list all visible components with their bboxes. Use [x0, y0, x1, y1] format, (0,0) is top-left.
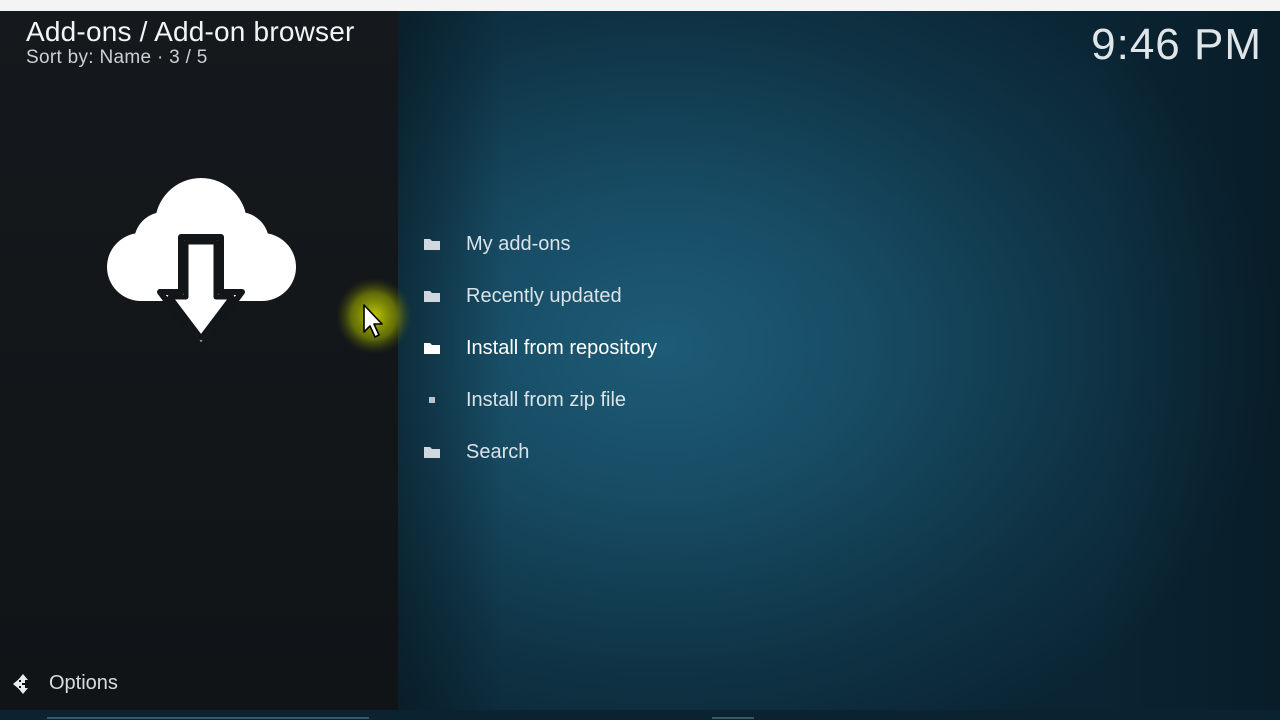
menu-item-install-from-zip[interactable]: Install from zip file	[420, 374, 1020, 426]
folder-icon	[422, 338, 442, 358]
bottom-scrollbar	[0, 710, 1280, 720]
menu-item-label: Install from repository	[466, 336, 658, 359]
addon-browser-menu: My add-ons Recently updated Install from…	[420, 218, 1020, 478]
scroll-indicator	[712, 717, 754, 719]
folder-icon	[422, 286, 442, 306]
menu-item-install-from-repository[interactable]: Install from repository	[420, 322, 1020, 374]
menu-item-my-addons[interactable]: My add-ons	[420, 218, 1020, 270]
mouse-cursor-icon	[336, 278, 412, 354]
file-icon	[422, 390, 442, 410]
sort-label: Sort by: Name	[26, 47, 152, 68]
options-button[interactable]: Options	[12, 672, 118, 695]
options-arrows-icon	[13, 673, 28, 694]
separator-dot: ·	[156, 47, 170, 68]
list-position: 3 / 5	[169, 47, 208, 68]
folder-icon	[422, 442, 442, 462]
window-title-strip	[0, 0, 1280, 11]
sort-and-position[interactable]: Sort by: Name · 3 / 5	[26, 47, 208, 69]
folder-icon	[422, 234, 442, 254]
scroll-indicator	[47, 717, 369, 719]
page-title: Add-ons / Add-on browser	[26, 16, 355, 47]
clock: 9:46 PM	[1091, 20, 1262, 69]
menu-item-label: Recently updated	[466, 284, 622, 307]
menu-item-label: My add-ons	[466, 232, 571, 255]
menu-item-search[interactable]: Search	[420, 426, 1020, 478]
left-info-panel	[0, 11, 398, 710]
menu-item-recently-updated[interactable]: Recently updated	[420, 270, 1020, 322]
options-label: Options	[49, 672, 118, 694]
cloud-download-icon	[107, 178, 296, 350]
menu-item-label: Install from zip file	[466, 388, 627, 411]
menu-item-label: Search	[466, 440, 530, 463]
